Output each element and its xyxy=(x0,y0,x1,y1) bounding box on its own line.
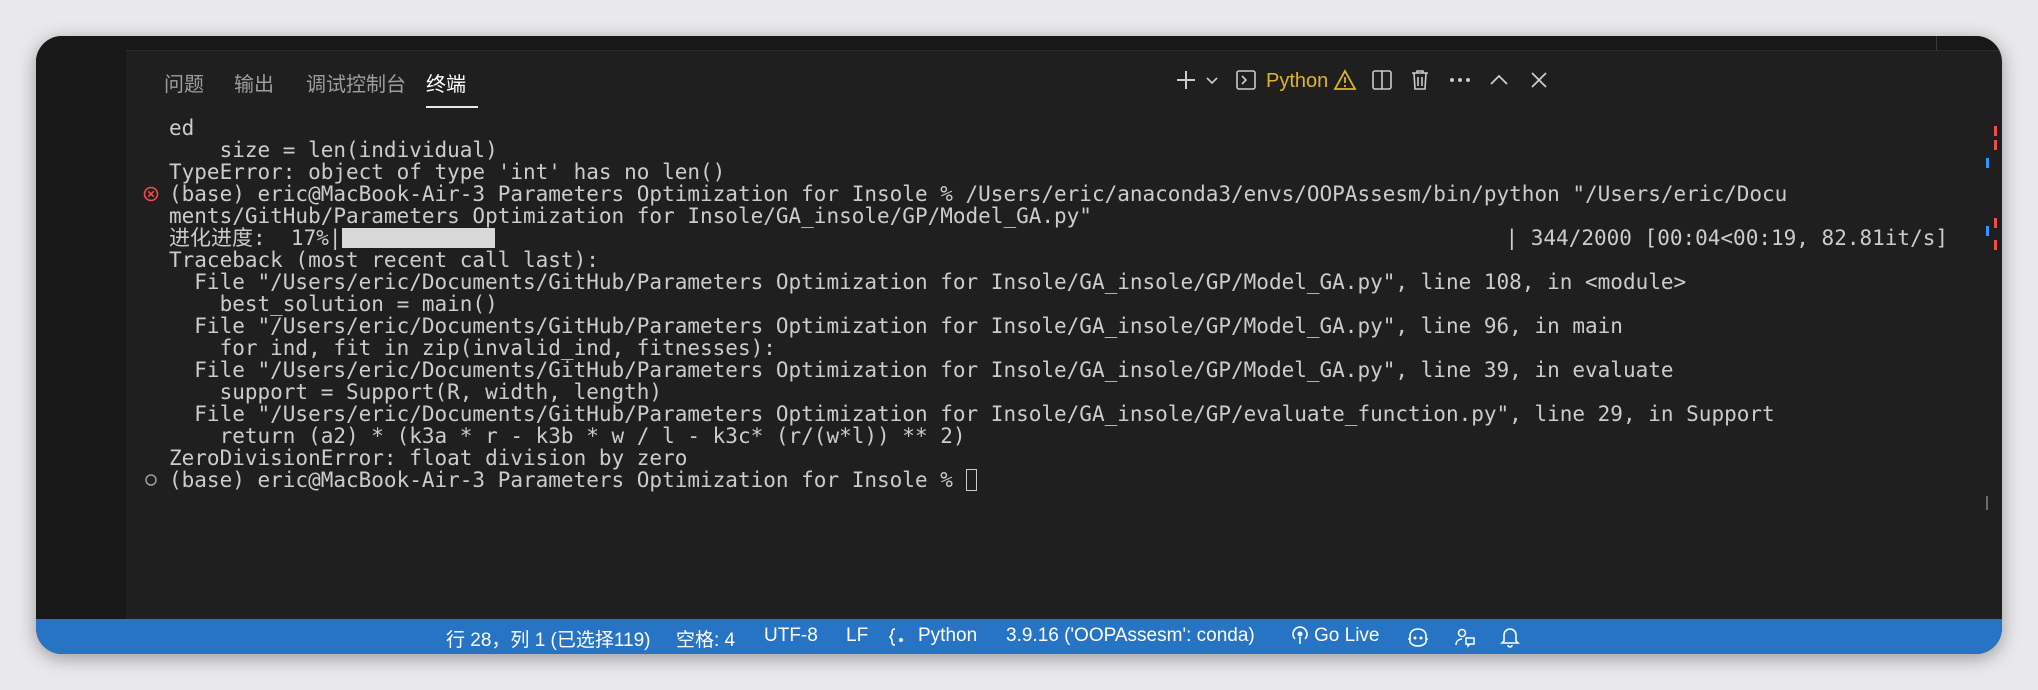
cursor-position[interactable]: 行 28，列 1 (已选择119) xyxy=(446,625,650,652)
prompt-line: (base) eric@MacBook-Air-3 Parameters Opt… xyxy=(169,466,977,494)
error-mark xyxy=(1994,240,1997,250)
vscode-window: 问题 输出 调试控制台 终端 Python ed size = len(indi… xyxy=(36,36,2002,654)
info-mark xyxy=(1986,226,1989,236)
editor-gutter xyxy=(36,36,126,619)
overview-ruler xyxy=(1986,126,2000,596)
chevron-down-icon[interactable] xyxy=(1204,64,1220,96)
tab-problems[interactable]: 问题 xyxy=(164,68,204,97)
split-terminal-icon[interactable] xyxy=(1370,64,1394,96)
chevron-up-icon[interactable] xyxy=(1488,64,1510,96)
error-mark xyxy=(1994,140,1997,150)
editor-area-edge xyxy=(126,36,2002,51)
scroll-thumb[interactable] xyxy=(1986,496,1988,510)
status-bar: 行 28，列 1 (已选择119) 空格: 4 UTF-8 LF Python … xyxy=(36,619,2002,654)
prompt-text: (base) eric@MacBook-Air-3 Parameters Opt… xyxy=(169,468,966,492)
error-mark xyxy=(1994,126,1997,136)
tab-debug-console[interactable]: 调试控制台 xyxy=(306,68,406,97)
terminal-output[interactable]: ed size = len(individual) TypeError: obj… xyxy=(129,114,1952,614)
progress-stats: | 344/2000 [00:04<00:19, 82.81it/s] xyxy=(1505,226,1948,250)
tab-output[interactable]: 输出 xyxy=(234,68,274,97)
braces-icon[interactable] xyxy=(888,626,910,648)
encoding[interactable]: UTF-8 xyxy=(764,625,818,647)
warning-icon[interactable] xyxy=(1332,64,1358,96)
go-live-button[interactable]: Go Live xyxy=(1314,625,1379,647)
error-mark xyxy=(1994,218,1997,228)
close-icon[interactable] xyxy=(1528,64,1550,96)
bell-icon[interactable] xyxy=(1500,626,1520,648)
trash-icon[interactable] xyxy=(1408,64,1432,96)
error-circle-icon[interactable] xyxy=(143,186,159,202)
indentation[interactable]: 空格: 4 xyxy=(676,625,735,652)
end-of-line[interactable]: LF xyxy=(846,625,868,647)
divider xyxy=(1936,36,1937,50)
broadcast-icon[interactable] xyxy=(1290,626,1310,646)
info-mark xyxy=(1986,158,1989,168)
language-mode[interactable]: Python xyxy=(918,625,977,647)
active-tab-indicator xyxy=(426,106,478,108)
tab-terminal[interactable]: 终端 xyxy=(426,68,466,97)
terminal-cursor xyxy=(965,469,977,491)
plus-icon[interactable] xyxy=(1174,64,1198,96)
panel-header: 问题 输出 调试控制台 终端 Python xyxy=(126,50,2002,110)
terminal-profile-label[interactable]: Python xyxy=(1266,70,1328,93)
python-interpreter[interactable]: 3.9.16 ('OOPAssesm': conda) xyxy=(1006,625,1255,647)
circle-outline-icon[interactable] xyxy=(143,472,159,488)
ellipsis-icon[interactable] xyxy=(1448,64,1472,96)
copilot-icon[interactable] xyxy=(1406,626,1430,648)
terminal-profile-icon[interactable] xyxy=(1234,64,1258,96)
progress-bar xyxy=(341,228,495,248)
feedback-icon[interactable] xyxy=(1454,626,1476,648)
